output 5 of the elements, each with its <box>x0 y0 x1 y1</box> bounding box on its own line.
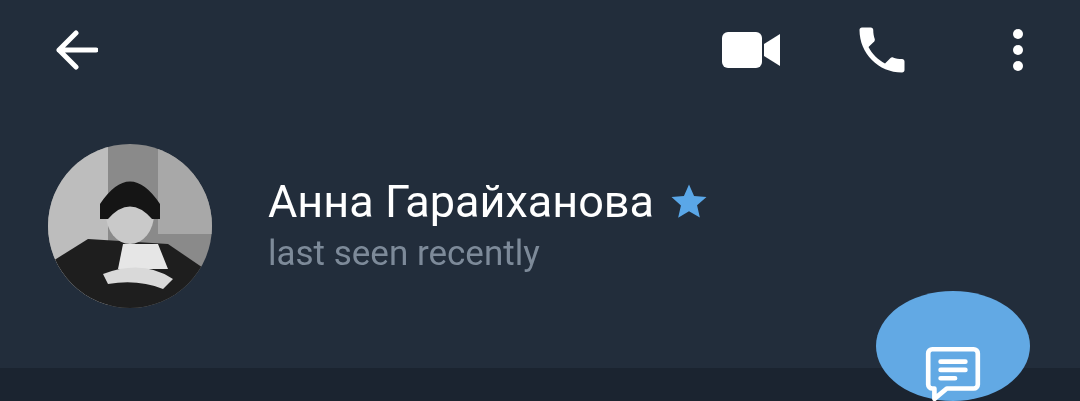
back-arrow-icon[interactable] <box>54 30 98 70</box>
more-options-icon[interactable] <box>1012 28 1024 72</box>
video-camera-icon[interactable] <box>722 32 780 68</box>
contact-name: Анна Гарайханова <box>268 175 655 229</box>
status-text: last seen recently <box>268 232 541 276</box>
